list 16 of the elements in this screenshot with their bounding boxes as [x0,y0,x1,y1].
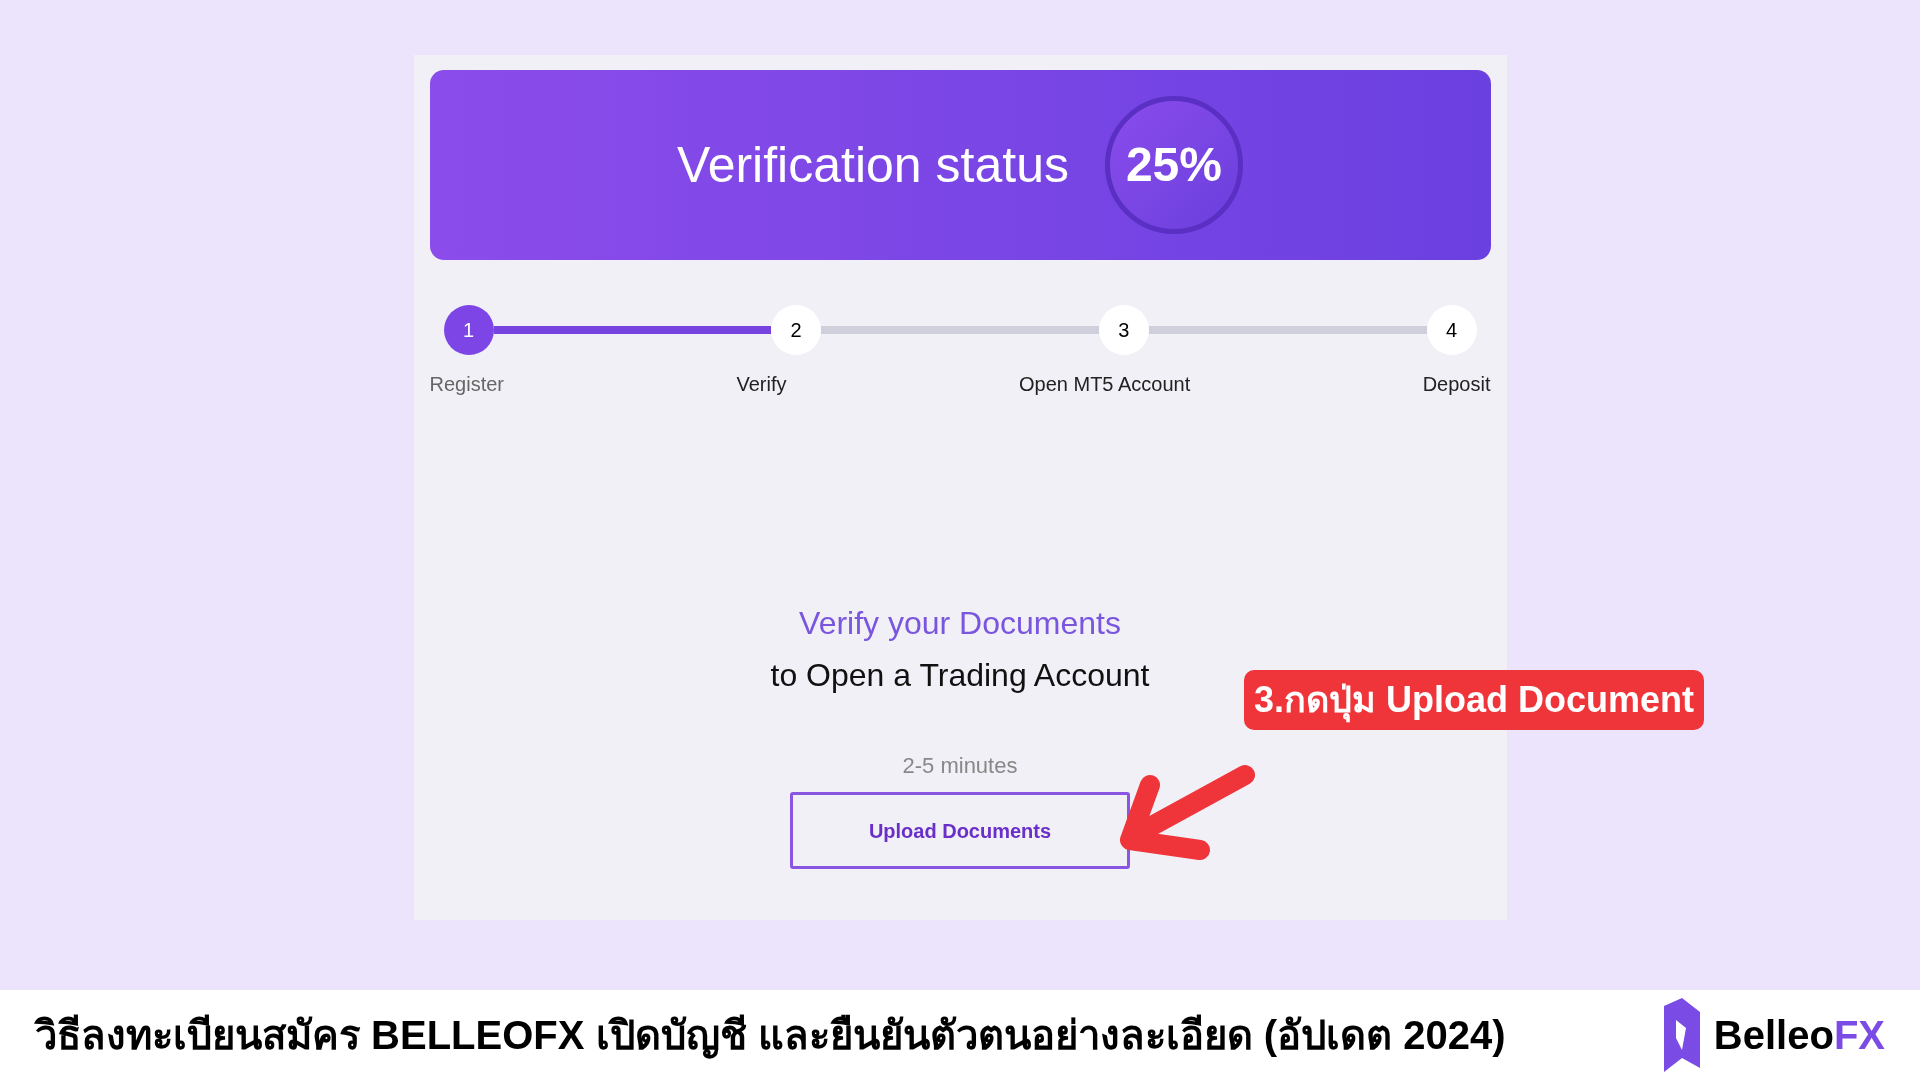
arrow-icon [1120,765,1255,860]
duration-text: 2-5 minutes [902,752,1018,780]
step-label: Verify [736,372,787,397]
step-label: Deposit [1422,372,1491,397]
banner-title: Verification status [677,135,1069,195]
step-label: Open MT5 Account [1019,372,1191,397]
subheading: to Open a Trading Account [770,656,1150,695]
step-label: Register [429,372,504,397]
percent-badge: 25% [1104,96,1243,234]
logo-icon [1661,998,1702,1072]
logo-text: Belleo [1713,1013,1834,1057]
logo-accent-text: FX [1833,1013,1885,1057]
footer-title: วิธีลงทะเบียนสมัคร BELLEOFX เปิดบัญชี และยืนยันตัวตนอย่างละเอียด (อัปเดต 2024) [35,1012,1506,1061]
callout-label: 3.กดปุ่ม Upload Document [1244,670,1705,730]
heading: Verify your Documents [799,604,1121,643]
upload-button[interactable]: Upload Documents [790,792,1130,869]
